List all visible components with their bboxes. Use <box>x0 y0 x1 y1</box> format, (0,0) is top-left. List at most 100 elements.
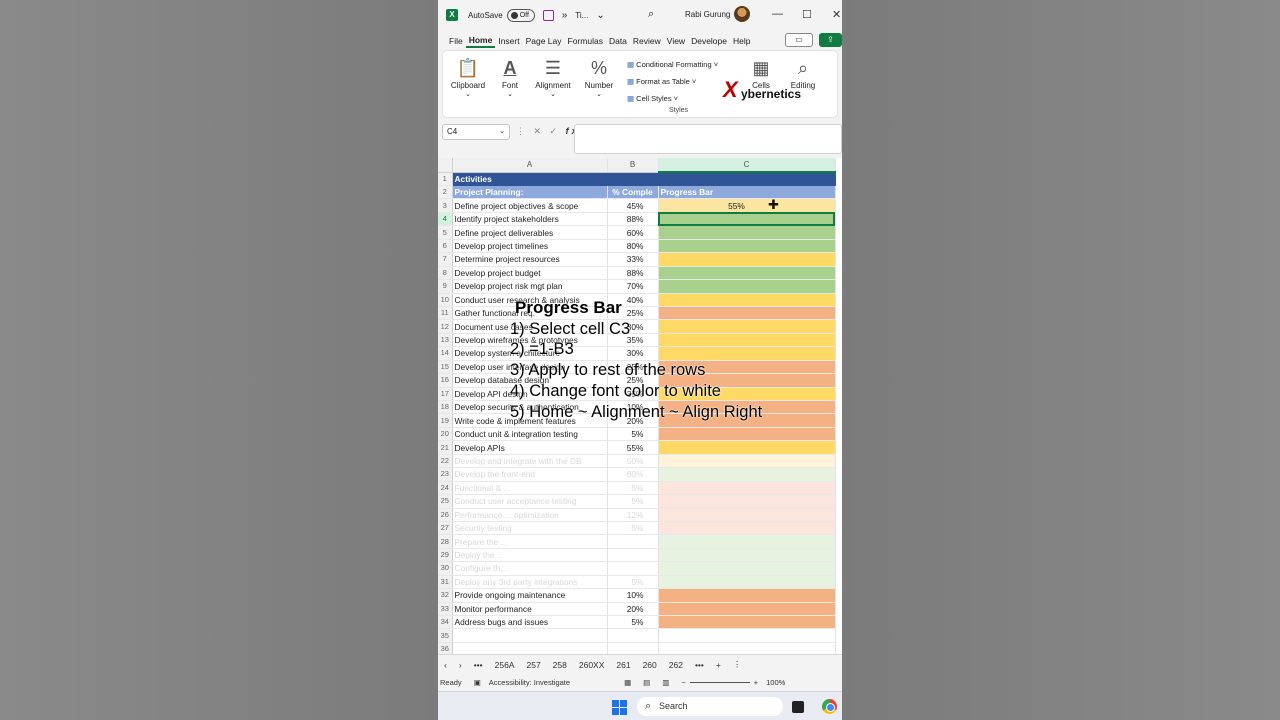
cell-progress-bar[interactable] <box>658 588 836 603</box>
row-header[interactable]: 6 <box>438 239 453 254</box>
zoom-in-icon[interactable]: + <box>754 678 758 687</box>
next-sheet-icon[interactable]: › <box>453 660 468 670</box>
page-break-icon[interactable]: ▥ <box>662 678 669 687</box>
macro-icon[interactable]: ▣ <box>474 678 481 687</box>
row-header[interactable]: 17 <box>438 387 453 402</box>
file-name[interactable]: Ti... <box>575 11 588 20</box>
cell-activity[interactable]: Define project objectives & scope <box>452 198 608 213</box>
minimize-icon[interactable]: — <box>772 8 783 20</box>
cell-percent[interactable]: 33% <box>607 252 659 267</box>
avatar[interactable] <box>734 6 750 22</box>
cell-percent[interactable] <box>607 628 659 643</box>
cell-progress-bar[interactable] <box>658 561 836 576</box>
row-header[interactable]: 14 <box>438 346 453 361</box>
column-header-a[interactable]: A <box>452 158 608 173</box>
cell-percent[interactable]: 80% <box>607 239 659 254</box>
cell-progress-bar[interactable] <box>658 279 836 294</box>
tab-view[interactable]: View <box>664 36 688 46</box>
row-header[interactable]: 11 <box>438 306 453 321</box>
accessibility-status[interactable]: Accessibility: Investigate <box>489 678 570 687</box>
cell-percent[interactable] <box>607 172 659 186</box>
row-header[interactable]: 5 <box>438 225 453 240</box>
add-sheet-icon[interactable]: + <box>710 660 727 670</box>
cell-progress-bar[interactable] <box>658 548 836 563</box>
clipboard-group[interactable]: 📋 Clipboard ⌄ <box>446 55 490 98</box>
tab-formulas[interactable]: Formulas <box>565 36 606 46</box>
cell-percent[interactable] <box>607 561 659 576</box>
number-group[interactable]: % Number ⌄ <box>577 55 621 98</box>
zoom-slider[interactable] <box>689 682 750 683</box>
editing-group[interactable]: ⌕ Editing <box>781 55 825 90</box>
cell-activity[interactable]: Conduct user acceptance testing <box>452 494 608 509</box>
cell-percent[interactable]: 88% <box>607 212 659 227</box>
chrome-icon[interactable] <box>822 699 837 714</box>
row-header[interactable]: 15 <box>438 360 453 375</box>
cell-activity[interactable]: Develop project timelines <box>452 239 608 254</box>
row-header[interactable]: 30 <box>438 561 453 576</box>
cell-activity[interactable]: Identify project stakeholders <box>452 212 608 227</box>
cell-progress-bar[interactable] <box>658 252 836 267</box>
cell-activity[interactable]: Security testing <box>452 521 608 536</box>
cell-percent[interactable] <box>607 548 659 563</box>
tab-data[interactable]: Data <box>606 36 630 46</box>
row-header[interactable]: 28 <box>438 534 453 549</box>
prev-sheet-icon[interactable]: ‹ <box>438 660 453 670</box>
column-header-c[interactable]: C <box>658 158 836 173</box>
row-header[interactable]: 32 <box>438 588 453 603</box>
normal-view-icon[interactable]: ▦ <box>624 678 631 687</box>
zoom-level[interactable]: 100% <box>766 678 785 687</box>
row-header[interactable]: 18 <box>438 400 453 415</box>
cell-activity[interactable]: Develop and integrate with the DB <box>452 454 608 469</box>
options-icon[interactable]: ⋮ <box>727 659 748 670</box>
row-header[interactable]: 23 <box>438 467 453 482</box>
windows-start-icon[interactable] <box>612 700 627 715</box>
row-header[interactable]: 1 <box>438 172 453 186</box>
format-as-table-button[interactable]: Format as Table ˅ <box>627 73 718 90</box>
row-header[interactable]: 2 <box>438 185 453 200</box>
cell-progress-bar[interactable] <box>658 427 836 442</box>
cell-percent[interactable]: 5% <box>607 575 659 590</box>
cell-progress-bar[interactable] <box>658 521 836 536</box>
cell-percent[interactable]: 70% <box>607 279 659 294</box>
cell-progress-bar[interactable] <box>658 266 836 281</box>
row-header[interactable]: 7 <box>438 252 453 267</box>
tab-home[interactable]: Home <box>465 35 496 48</box>
select-all[interactable] <box>438 158 453 173</box>
cell-percent[interactable]: 5% <box>607 481 659 496</box>
cell-progress-bar[interactable] <box>658 481 836 496</box>
cell-progress-bar[interactable] <box>658 615 836 630</box>
cell-activity[interactable]: Determine project resources <box>452 252 608 267</box>
row-header[interactable]: 16 <box>438 373 453 388</box>
row-header[interactable]: 35 <box>438 628 453 643</box>
close-icon[interactable]: ✕ <box>832 8 841 21</box>
cell-percent[interactable]: 10% <box>607 588 659 603</box>
cell-percent[interactable]: % Comple <box>607 185 659 200</box>
row-header[interactable]: 21 <box>438 440 453 455</box>
cell-progress-bar[interactable] <box>658 440 836 455</box>
zoom-out-icon[interactable]: − <box>681 678 685 687</box>
sheet-tab[interactable]: 258 <box>547 660 573 670</box>
row-header[interactable]: 12 <box>438 319 453 334</box>
tab-insert[interactable]: Insert <box>495 36 522 46</box>
cell-activity[interactable]: Project Planning: <box>452 185 608 200</box>
cell-progress-bar[interactable] <box>658 575 836 590</box>
cell-activity[interactable]: Prepare the ... <box>452 534 608 549</box>
chevron-down-icon[interactable]: ⌄ <box>596 10 604 21</box>
cell-percent[interactable]: 5% <box>607 427 659 442</box>
cell-progress-bar[interactable] <box>658 508 836 522</box>
tab-file[interactable]: File <box>446 36 466 46</box>
cell-activity[interactable]: Address bugs and issues <box>452 615 608 630</box>
cell-percent[interactable]: 5% <box>607 615 659 630</box>
page-layout-icon[interactable]: ▤ <box>643 678 650 687</box>
user-name[interactable]: Rabi Gurung <box>685 10 730 19</box>
cell-progress-bar[interactable] <box>658 628 836 643</box>
row-header[interactable]: 25 <box>438 494 453 509</box>
taskbar-app-icon[interactable] <box>792 701 804 713</box>
taskbar-search[interactable]: Search <box>637 697 783 716</box>
tab-help[interactable]: Help <box>730 36 753 46</box>
formula-input[interactable] <box>574 124 842 154</box>
row-header[interactable]: 3 <box>438 198 453 213</box>
more-sheets-icon[interactable]: ••• <box>468 660 489 670</box>
cell-progress-bar[interactable] <box>658 172 836 186</box>
cell-progress-bar[interactable] <box>658 239 836 254</box>
